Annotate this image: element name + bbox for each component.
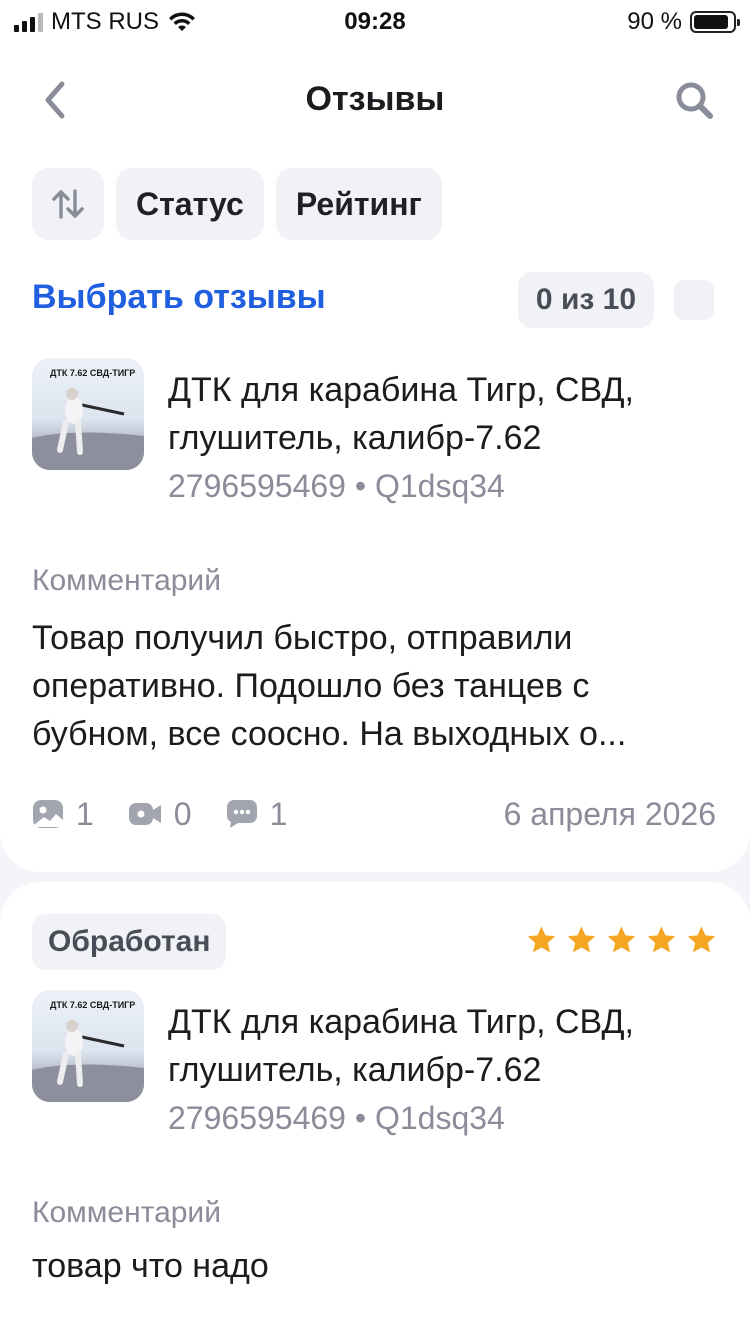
comment-text[interactable]: товар что надо xyxy=(32,1242,722,1290)
product-thumbnail: ДТК 7.62 СВД-ТИГР xyxy=(32,358,144,470)
answers-count-value: 1 xyxy=(269,795,288,832)
review-date: 6 апреля 2026 xyxy=(503,795,716,832)
rating-stars xyxy=(525,924,718,956)
comment-icon xyxy=(226,800,257,828)
product-info[interactable]: ДТК 7.62 СВД-ТИГР ДТК для карабина Тигр,… xyxy=(32,990,722,1140)
rifle-image xyxy=(32,388,144,470)
search-icon xyxy=(676,82,713,119)
star-icon xyxy=(567,926,596,953)
comment-text[interactable]: Товар получил быстро, отправили оператив… xyxy=(32,614,722,758)
search-button[interactable] xyxy=(668,74,720,126)
photos-count-value: 1 xyxy=(76,795,94,832)
answers-count: 1 xyxy=(226,795,288,833)
product-meta: 2796595469 • Q1dsq34 xyxy=(168,1100,505,1136)
filter-bar: Статус Рейтинг xyxy=(32,168,442,240)
star-icon xyxy=(527,926,556,953)
star-icon xyxy=(607,926,636,953)
sort-button[interactable] xyxy=(32,168,104,240)
product-info[interactable]: ДТК 7.62 СВД-ТИГР ДТК для карабина Тигр,… xyxy=(32,358,722,508)
status-right: 90 % xyxy=(627,8,740,36)
reviews-card-2[interactable]: Обработан ДТК 7.62 СВД-ТИГР ДТК для кара… xyxy=(0,882,750,1334)
page-title: Отзывы xyxy=(305,80,445,118)
battery-fill xyxy=(694,15,729,29)
selection-row: Выбрать отзывы 0 из 10 xyxy=(32,272,714,328)
selection-counter: 0 из 10 xyxy=(517,272,654,328)
comment-label: Комментарий xyxy=(32,564,221,597)
status-badge: Обработан xyxy=(32,914,227,970)
product-thumbnail: ДТК 7.62 СВД-ТИГР xyxy=(32,990,144,1102)
status-filter-chip[interactable]: Статус xyxy=(116,168,264,240)
photo-icon xyxy=(33,800,63,828)
product-name: ДТК для карабина Тигр, СВД, глушитель, к… xyxy=(168,371,634,457)
nav-bar: Отзывы xyxy=(0,40,750,160)
select-reviews-link[interactable]: Выбрать отзывы xyxy=(32,278,326,317)
videos-count-value: 0 xyxy=(173,795,192,832)
video-icon xyxy=(128,803,161,825)
rating-filter-chip[interactable]: Рейтинг xyxy=(275,168,442,240)
photos-count: 1 xyxy=(32,796,94,833)
review-stats: 1 0 1 6 апреля 2026 xyxy=(32,792,716,836)
select-all-checkbox[interactable] xyxy=(674,280,714,320)
star-icon xyxy=(647,926,676,953)
product-name: ДТК для карабина Тигр, СВД, глушитель, к… xyxy=(168,1003,634,1089)
product-meta: 2796595469 • Q1dsq34 xyxy=(168,468,505,504)
sort-arrows-icon xyxy=(52,189,84,219)
videos-count: 0 xyxy=(128,796,192,833)
battery-percent: 90 % xyxy=(627,8,682,35)
star-icon xyxy=(687,926,716,953)
comment-label: Комментарий xyxy=(32,1196,221,1229)
status-bar: MTS RUS 09:28 90 % xyxy=(0,0,750,40)
battery-icon xyxy=(690,11,740,33)
rifle-image xyxy=(32,1020,144,1102)
reviews-card-1: Отзывы Статус Рейтинг Выбрать отзывы 0 и… xyxy=(0,40,750,872)
